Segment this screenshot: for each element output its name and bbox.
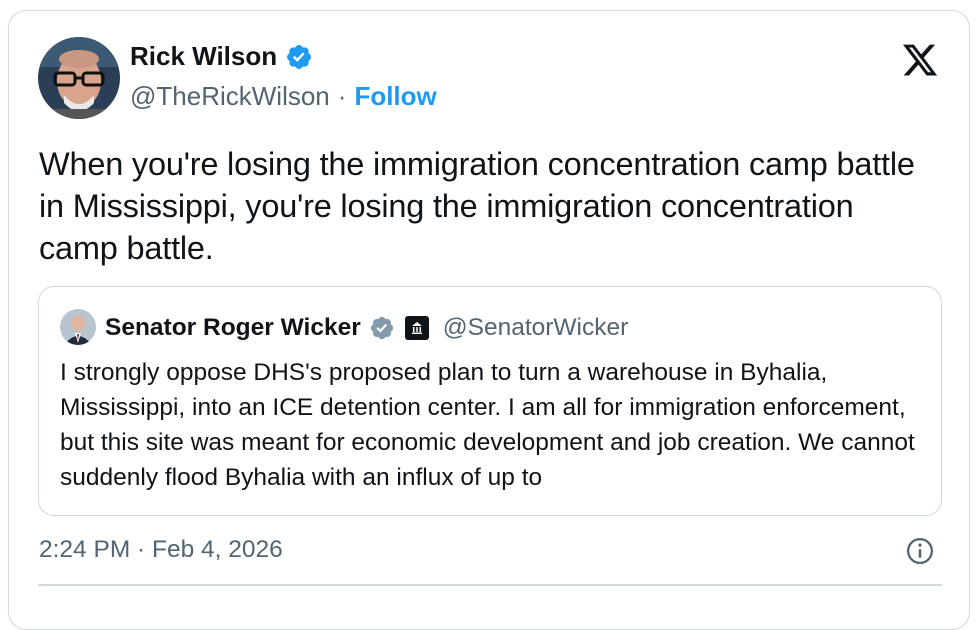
separator-dot: · — [337, 81, 347, 111]
author-avatar-image — [38, 37, 120, 119]
author-handle[interactable]: @TheRickWilson — [130, 81, 330, 112]
quoted-author-handle[interactable]: @SenatorWicker — [443, 314, 629, 342]
author-name[interactable]: Rick Wilson — [130, 41, 277, 72]
quoted-author-name[interactable]: Senator Roger Wicker — [105, 314, 361, 342]
quoted-tweet[interactable]: Senator Roger Wicker @SenatorWicker I st… — [38, 286, 942, 516]
verified-badge-icon — [287, 44, 312, 69]
grey-verified-badge-icon — [370, 316, 393, 340]
author-name-row[interactable]: Rick Wilson — [130, 41, 313, 72]
government-building-icon — [404, 316, 429, 340]
quoted-tweet-text: I strongly oppose DHS's proposed plan to… — [60, 359, 915, 491]
quoted-author-avatar[interactable] — [60, 309, 96, 345]
follow-button[interactable]: Follow — [354, 81, 436, 112]
tweet-text: When you're losing the immigration conce… — [39, 146, 915, 266]
quoted-header: Senator Roger Wicker @SenatorWicker — [105, 309, 628, 347]
author-avatar[interactable] — [38, 37, 120, 119]
tweet-timestamp[interactable]: 2:24 PM · Feb 4, 2026 — [39, 536, 283, 564]
author-handle-row: @TheRickWilson · Follow — [130, 81, 437, 112]
x-logo-icon[interactable] — [900, 41, 940, 79]
divider — [38, 584, 942, 586]
quoted-author-avatar-image — [60, 309, 96, 345]
tweet-card: Rick Wilson @TheRickWilson · Follow When… — [8, 10, 970, 630]
info-icon[interactable] — [905, 536, 935, 566]
